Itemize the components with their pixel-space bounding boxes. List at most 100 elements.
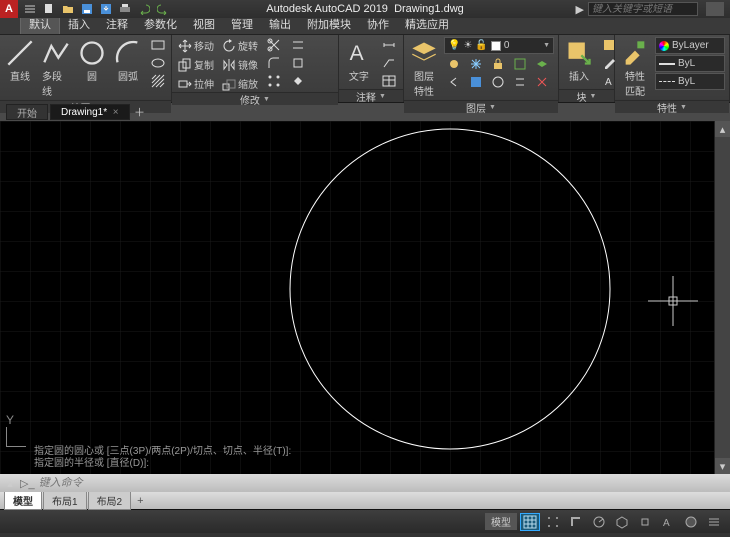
- dimension-icon[interactable]: [379, 37, 399, 53]
- circle-icon: [78, 39, 106, 67]
- command-input[interactable]: [35, 477, 730, 489]
- app-logo[interactable]: A: [0, 0, 18, 18]
- text-tool[interactable]: A 文字: [343, 37, 375, 85]
- isodraft-icon[interactable]: [612, 513, 632, 531]
- panel-block: 插入 A 块▼: [559, 35, 615, 102]
- panel-label: 块: [577, 89, 587, 104]
- ucs-icon: Y: [6, 413, 26, 450]
- chevron-down-icon[interactable]: ▼: [680, 104, 687, 111]
- color-selector[interactable]: ByLayer: [655, 37, 725, 54]
- layers-icon: [410, 39, 438, 67]
- panel-label: 特性: [657, 100, 677, 115]
- model-space-button[interactable]: 模型: [485, 513, 517, 530]
- panel-layers: 图层 特性 💡 ☀ 🔓 0 ▼: [404, 35, 559, 102]
- save-icon[interactable]: [79, 1, 95, 17]
- osnap-icon[interactable]: [635, 513, 655, 531]
- layer-selector[interactable]: 💡 ☀ 🔓 0 ▼: [444, 37, 554, 54]
- chevron-down-icon[interactable]: ▼: [590, 93, 597, 100]
- arc-icon: [114, 39, 142, 67]
- scroll-up-icon[interactable]: ▴: [715, 121, 730, 137]
- redo-icon[interactable]: [155, 1, 171, 17]
- scale-tool[interactable]: 缩放: [220, 75, 260, 92]
- qat-menu-icon[interactable]: [22, 1, 38, 17]
- move-tool[interactable]: 移动: [176, 37, 216, 54]
- mirror-tool[interactable]: 镜像: [220, 56, 260, 73]
- drawing-canvas[interactable]: Y 指定圆的圆心或 [三点(3P)/两点(2P)/切点、切点、半径(T)]: 指…: [0, 121, 730, 492]
- saveas-icon[interactable]: [98, 1, 114, 17]
- customization-icon[interactable]: [704, 513, 724, 531]
- svg-text:A: A: [605, 77, 612, 88]
- chevron-down-icon[interactable]: ▼: [489, 104, 496, 111]
- lineweight-icon: [659, 63, 675, 65]
- offset-icon[interactable]: [288, 37, 308, 53]
- hatch-icon[interactable]: [148, 73, 168, 89]
- line-tool[interactable]: 直线: [4, 37, 36, 85]
- table-icon[interactable]: [379, 73, 399, 89]
- layout-tab-2[interactable]: 布局2: [88, 491, 132, 510]
- layer-delete-icon[interactable]: [532, 74, 552, 90]
- layer-properties-button[interactable]: 图层 特性: [408, 37, 440, 100]
- plot-icon[interactable]: [117, 1, 133, 17]
- snap-mode-icon[interactable]: [543, 513, 563, 531]
- expand-icon[interactable]: ▴: [3, 476, 17, 490]
- layout-tab-1[interactable]: 布局1: [43, 491, 87, 510]
- circle-tool[interactable]: 圆: [76, 37, 108, 85]
- explode-icon[interactable]: [288, 55, 308, 71]
- layout-tab-0[interactable]: 模型: [4, 491, 42, 510]
- panel-label: 修改: [240, 92, 260, 107]
- copy-tool[interactable]: 复制: [176, 56, 216, 73]
- arc-tool[interactable]: 圆弧: [112, 37, 144, 85]
- match-properties-button[interactable]: 特性 匹配: [619, 37, 651, 100]
- linetype-selector[interactable]: ByL: [655, 73, 725, 90]
- layer-lock-icon[interactable]: [488, 56, 508, 72]
- trim-icon[interactable]: [264, 37, 284, 53]
- polyline-tool[interactable]: 多段线: [40, 37, 72, 100]
- array-icon[interactable]: [264, 73, 284, 89]
- search-icon: ▶: [576, 3, 584, 16]
- scroll-down-icon[interactable]: ▾: [715, 458, 730, 474]
- workspace-switch-icon[interactable]: [681, 513, 701, 531]
- title-bar: A Autodesk AutoCAD 2019 Drawing1.dwg ▶: [0, 0, 730, 18]
- add-layout-button[interactable]: +: [132, 494, 148, 508]
- sign-in-icon[interactable]: [706, 2, 724, 16]
- insert-icon: [565, 39, 593, 67]
- chevron-down-icon[interactable]: ▼: [263, 96, 270, 103]
- search-input[interactable]: [588, 2, 698, 16]
- undo-icon[interactable]: [136, 1, 152, 17]
- stretch-tool[interactable]: 拉伸: [176, 75, 216, 92]
- leader-icon[interactable]: [379, 55, 399, 71]
- layer-color-swatch: [491, 41, 501, 51]
- layer-off-icon[interactable]: [444, 56, 464, 72]
- erase-icon[interactable]: [288, 73, 308, 89]
- rectangle-icon[interactable]: [148, 37, 168, 53]
- panel-properties: 特性 匹配 ByLayer ByL ByL 特性▼: [615, 35, 730, 102]
- tab-drawing[interactable]: Drawing1* ×: [50, 104, 130, 120]
- grid-display-icon[interactable]: [520, 513, 540, 531]
- layer-merge-icon[interactable]: [510, 74, 530, 90]
- close-icon[interactable]: ×: [113, 107, 119, 118]
- tab-start[interactable]: 开始: [6, 104, 48, 120]
- layer-name: 0: [504, 40, 510, 51]
- rotate-tool[interactable]: 旋转: [220, 37, 260, 54]
- chevron-down-icon[interactable]: ▼: [379, 93, 386, 100]
- vertical-scrollbar[interactable]: ▴ ▾: [714, 121, 730, 474]
- layer-state-icon[interactable]: [466, 74, 486, 90]
- layer-prev-icon[interactable]: [444, 74, 464, 90]
- layer-walk-icon[interactable]: [488, 74, 508, 90]
- layer-freeze-icon[interactable]: [466, 56, 486, 72]
- fillet-icon[interactable]: [264, 55, 284, 71]
- ortho-mode-icon[interactable]: [566, 513, 586, 531]
- layer-match-icon[interactable]: [510, 56, 530, 72]
- new-icon[interactable]: [41, 1, 57, 17]
- lineweight-selector[interactable]: ByL: [655, 55, 725, 72]
- sun-icon: ☀: [463, 40, 472, 51]
- annotation-scale-icon[interactable]: A: [658, 513, 678, 531]
- polar-tracking-icon[interactable]: [589, 513, 609, 531]
- help-search: ▶: [576, 2, 724, 16]
- new-tab-button[interactable]: ＋: [132, 104, 148, 120]
- chevron-down-icon[interactable]: ▼: [543, 42, 550, 49]
- ellipse-icon[interactable]: [148, 55, 168, 71]
- insert-block-button[interactable]: 插入: [563, 37, 595, 85]
- layer-iso-icon[interactable]: [532, 56, 552, 72]
- open-icon[interactable]: [60, 1, 76, 17]
